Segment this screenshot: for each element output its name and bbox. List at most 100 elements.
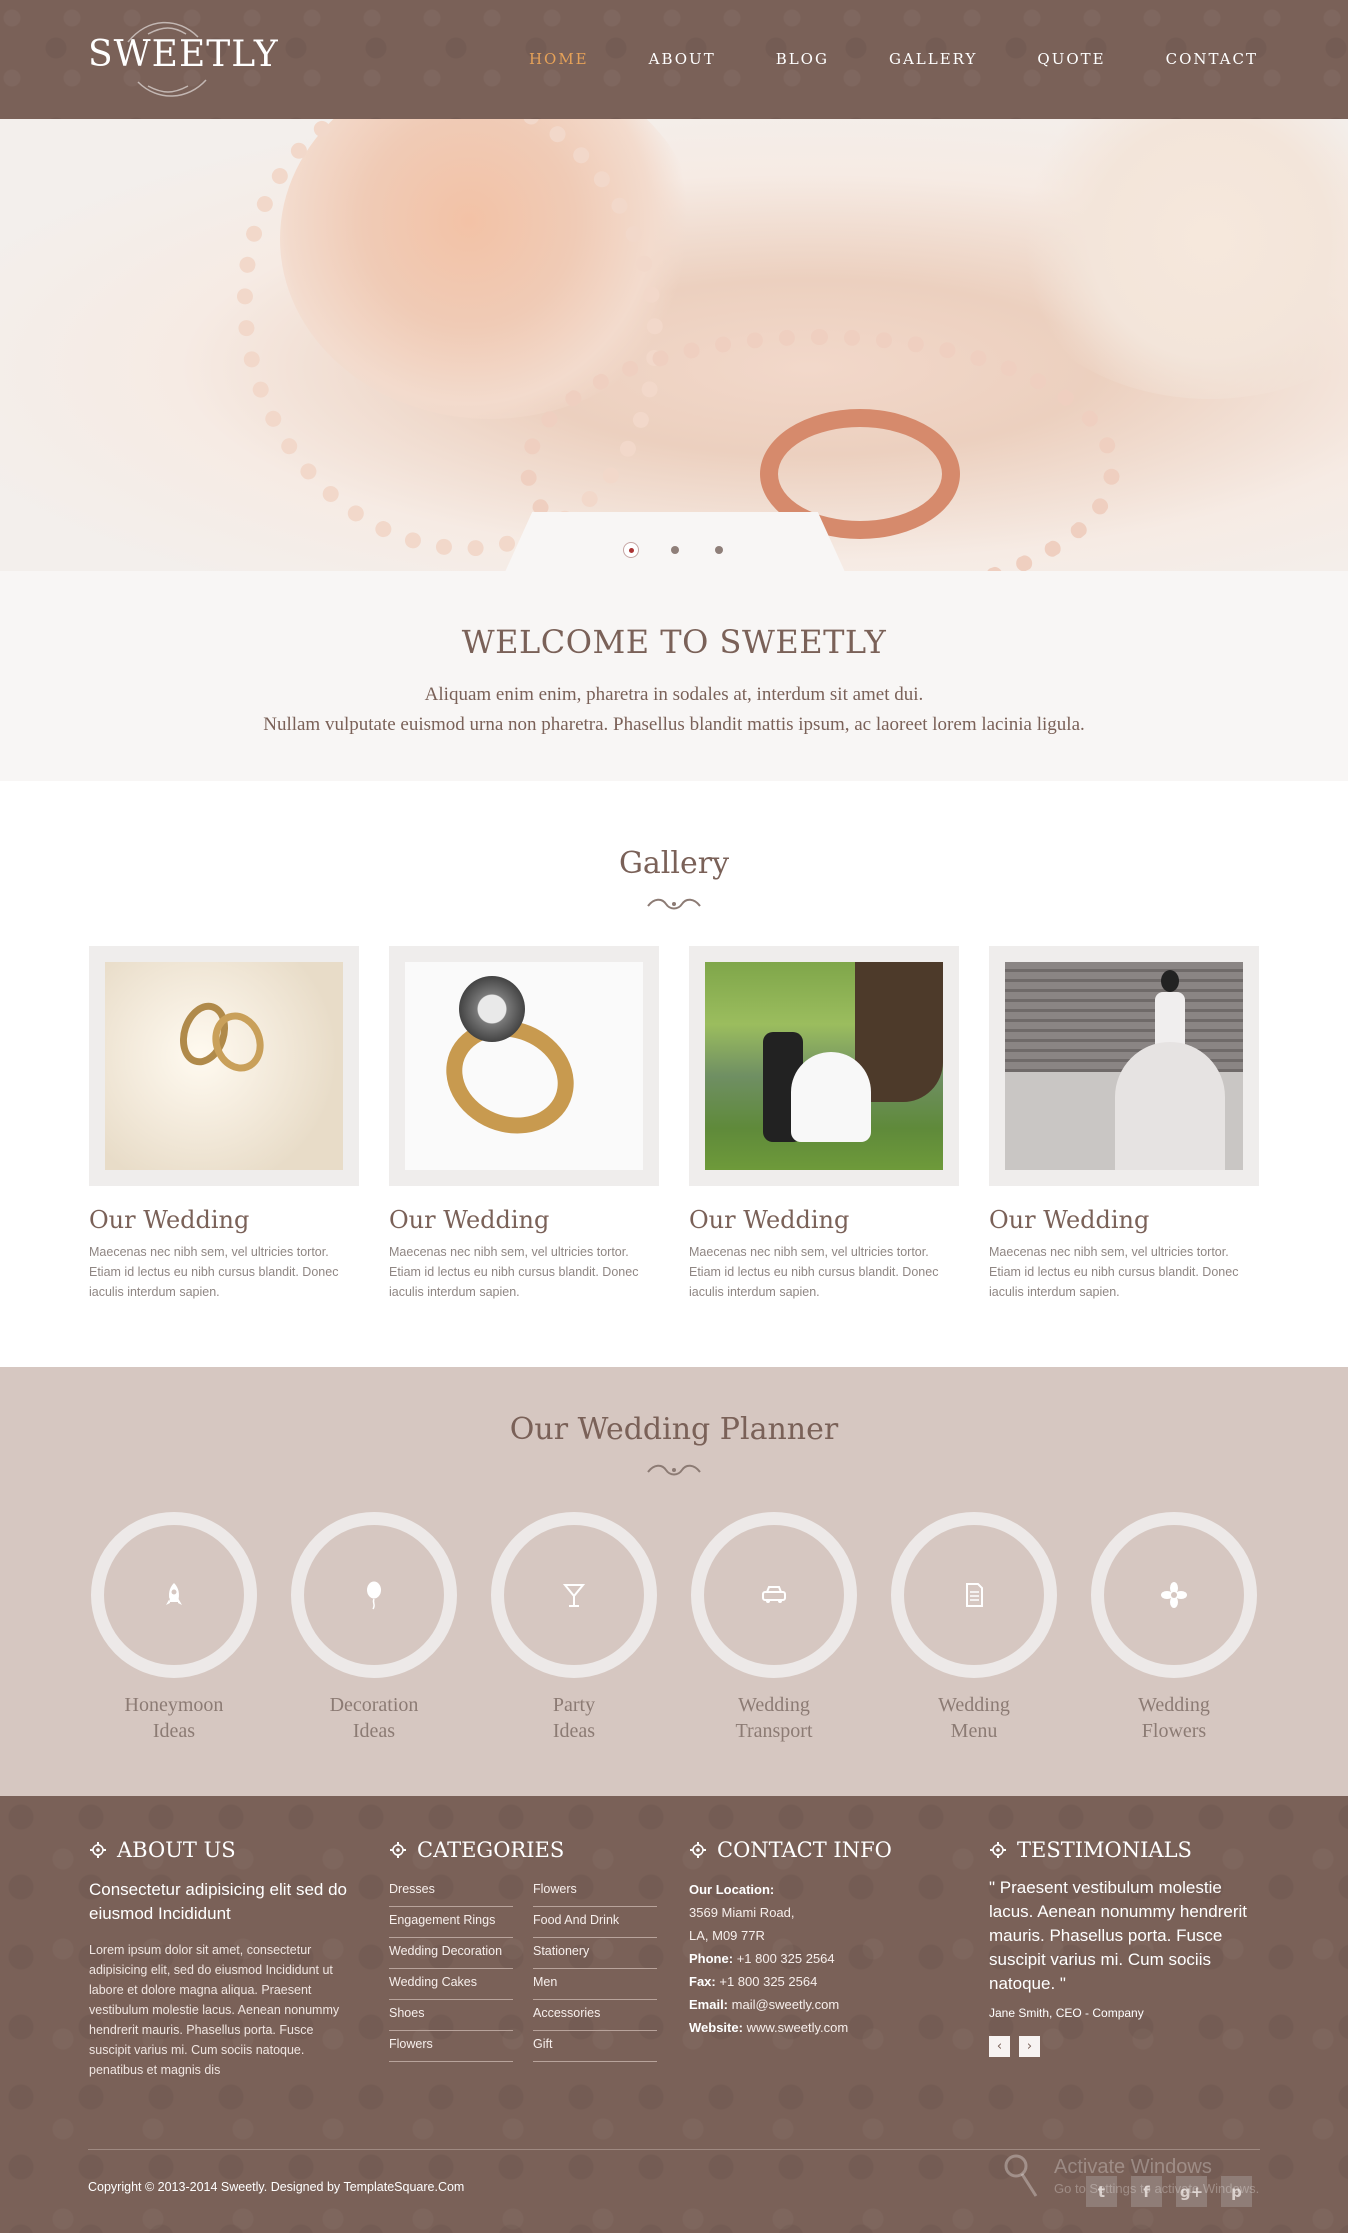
rings-on-flower-image[interactable] bbox=[105, 962, 343, 1170]
nav-home[interactable]: HOME bbox=[529, 50, 589, 68]
category-link[interactable]: Stationery bbox=[533, 1938, 657, 1969]
phone-label: Phone: bbox=[689, 1951, 734, 1966]
category-link[interactable]: Flowers bbox=[533, 1876, 657, 1907]
gallery-card-text: Maecenas nec nibh sem, vel ultricies tor… bbox=[389, 1245, 639, 1299]
gallery-card-title[interactable]: Our Wedding bbox=[989, 1206, 1259, 1234]
gallery-card-title[interactable]: Our Wedding bbox=[89, 1206, 359, 1234]
nav-contact[interactable]: CONTACT bbox=[1166, 50, 1258, 68]
welcome-section: WELCOME TO SWEETLY Aliquam enim enim, ph… bbox=[0, 571, 1348, 781]
main-nav: HOME ABOUT BLOG GALLERY QUOTE CONTACT bbox=[529, 50, 1258, 68]
gallery-card-title[interactable]: Our Wedding bbox=[689, 1206, 959, 1234]
slider-dot-3[interactable] bbox=[715, 546, 723, 554]
email-link[interactable]: mail@sweetly.com bbox=[732, 1997, 840, 2012]
gold-ring-image[interactable] bbox=[405, 962, 643, 1170]
planner-circle[interactable] bbox=[291, 1512, 457, 1678]
website-label: Website: bbox=[689, 2020, 743, 2035]
car-icon bbox=[762, 1586, 786, 1603]
gear-icon bbox=[390, 1842, 406, 1858]
testimonial-nav: ‹ › bbox=[989, 2036, 1259, 2057]
document-icon bbox=[966, 1583, 983, 1607]
planner-circle[interactable] bbox=[91, 1512, 257, 1678]
category-lists: Dresses Engagement Rings Wedding Decorat… bbox=[389, 1876, 657, 2062]
website-link[interactable]: www.sweetly.com bbox=[747, 2020, 849, 2035]
footer-heading: CATEGORIES bbox=[389, 1838, 657, 1862]
slider-pager-tab bbox=[505, 512, 845, 572]
planner-circle[interactable] bbox=[691, 1512, 857, 1678]
next-arrow-button[interactable]: › bbox=[1019, 2036, 1040, 2057]
phone-value[interactable]: +1 800 325 2564 bbox=[737, 1951, 835, 1966]
prev-arrow-button[interactable]: ‹ bbox=[989, 2036, 1010, 2057]
planner-item-menu[interactable]: Wedding Menu bbox=[889, 1512, 1059, 1744]
about-lead: Consectetur adipisicing elit sed do eius… bbox=[89, 1880, 347, 1923]
category-link[interactable]: Gift bbox=[533, 2031, 657, 2062]
footer-categories: CATEGORIES Dresses Engagement Rings Wedd… bbox=[389, 1838, 657, 2062]
footer-divider bbox=[88, 2149, 1260, 2150]
slider-dot-2[interactable] bbox=[671, 546, 679, 554]
testimonial-author: Jane Smith, CEO - Company bbox=[989, 2006, 1144, 2020]
planner-circle[interactable] bbox=[491, 1512, 657, 1678]
gallery-card[interactable]: Our Wedding Maecenas nec nibh sem, vel u… bbox=[989, 946, 1259, 1302]
address-line-1: 3569 Miami Road, bbox=[689, 1905, 795, 1920]
gallery-image-frame bbox=[89, 946, 359, 1186]
nav-about[interactable]: ABOUT bbox=[649, 50, 716, 68]
gallery-card[interactable]: Our Wedding Maecenas nec nibh sem, vel u… bbox=[689, 946, 959, 1302]
slider-dot-1[interactable] bbox=[623, 542, 639, 558]
gallery-card-text: Maecenas nec nibh sem, vel ultricies tor… bbox=[89, 1245, 339, 1299]
planner-label: Party Ideas bbox=[552, 1694, 596, 1742]
gallery-card[interactable]: Our Wedding Maecenas nec nibh sem, vel u… bbox=[389, 946, 659, 1302]
email-label: Email: bbox=[689, 1997, 729, 2012]
planner-item-transport[interactable]: Wedding Transport bbox=[689, 1512, 859, 1744]
hero-slider bbox=[0, 119, 1348, 571]
planner-label: Decoration Ideas bbox=[329, 1694, 419, 1742]
ornament-divider-icon bbox=[647, 898, 701, 910]
category-link[interactable]: Engagement Rings bbox=[389, 1907, 513, 1938]
couple-kissing-image[interactable] bbox=[705, 962, 943, 1170]
category-link[interactable]: Men bbox=[533, 1969, 657, 2000]
planner-item-decoration[interactable]: Decoration Ideas bbox=[289, 1512, 459, 1744]
footer-testimonials: TESTIMONIALS " Praesent vestibulum moles… bbox=[989, 1838, 1259, 2057]
category-link[interactable]: Wedding Decoration bbox=[389, 1938, 513, 1969]
gallery-title: Gallery bbox=[618, 846, 730, 881]
site-header: SWEETLY HOME ABOUT BLOG GALLERY QUOTE CO… bbox=[0, 0, 1348, 119]
gallery-image-frame bbox=[389, 946, 659, 1186]
gallery-card[interactable]: Our Wedding Maecenas nec nibh sem, vel u… bbox=[89, 946, 359, 1302]
bride-on-steps-image[interactable] bbox=[1005, 962, 1243, 1170]
category-link[interactable]: Wedding Cakes bbox=[389, 1969, 513, 2000]
category-list-2: Flowers Food And Drink Stationery Men Ac… bbox=[533, 1876, 657, 2062]
balloon-icon bbox=[367, 1581, 381, 1610]
category-link[interactable]: Accessories bbox=[533, 2000, 657, 2031]
logo[interactable]: SWEETLY bbox=[88, 34, 279, 75]
planner-item-honeymoon[interactable]: Honeymoon Ideas bbox=[89, 1512, 259, 1744]
nav-gallery[interactable]: GALLERY bbox=[889, 50, 977, 68]
category-link[interactable]: Shoes bbox=[389, 2000, 513, 2031]
fax-label: Fax: bbox=[689, 1974, 716, 1989]
gear-icon bbox=[990, 1842, 1006, 1858]
gallery-card-title[interactable]: Our Wedding bbox=[389, 1206, 659, 1234]
contact-details: Our Location: 3569 Miami Road, LA, M09 7… bbox=[689, 1878, 892, 2039]
designer-link[interactable]: TemplateSquare.Com bbox=[343, 2180, 464, 2194]
ornament-divider-icon bbox=[647, 1464, 701, 1476]
planner-circle[interactable] bbox=[1091, 1512, 1257, 1678]
planner-item-flowers[interactable]: Wedding Flowers bbox=[1089, 1512, 1259, 1744]
rose-image-2 bbox=[1000, 119, 1348, 399]
testimonial-quote: " Praesent vestibulum molestie lacus. Ae… bbox=[989, 1878, 1247, 1993]
category-link[interactable]: Flowers bbox=[389, 2031, 513, 2062]
nav-blog[interactable]: BLOG bbox=[776, 50, 829, 68]
fax-value: +1 800 325 2564 bbox=[719, 1974, 818, 1989]
planner-label: Wedding Transport bbox=[735, 1694, 813, 1742]
planner-label: Wedding Menu bbox=[938, 1694, 1010, 1742]
cocktail-icon bbox=[562, 1584, 586, 1607]
gear-icon bbox=[690, 1842, 706, 1858]
planner-item-party[interactable]: Party Ideas bbox=[489, 1512, 659, 1744]
gallery-card-text: Maecenas nec nibh sem, vel ultricies tor… bbox=[989, 1245, 1239, 1299]
footer-about: ABOUT US Consectetur adipisicing elit se… bbox=[89, 1838, 359, 2080]
planner-circle[interactable] bbox=[891, 1512, 1057, 1678]
category-link[interactable]: Food And Drink bbox=[533, 1907, 657, 1938]
address-line-2: LA, M09 77R bbox=[689, 1928, 765, 1943]
category-link[interactable]: Dresses bbox=[389, 1876, 513, 1907]
gallery-card-text: Maecenas nec nibh sem, vel ultricies tor… bbox=[689, 1245, 939, 1299]
flower-icon bbox=[1161, 1582, 1187, 1608]
rocket-icon bbox=[166, 1583, 182, 1605]
nav-quote[interactable]: QUOTE bbox=[1037, 50, 1105, 68]
category-list-1: Dresses Engagement Rings Wedding Decorat… bbox=[389, 1876, 513, 2062]
